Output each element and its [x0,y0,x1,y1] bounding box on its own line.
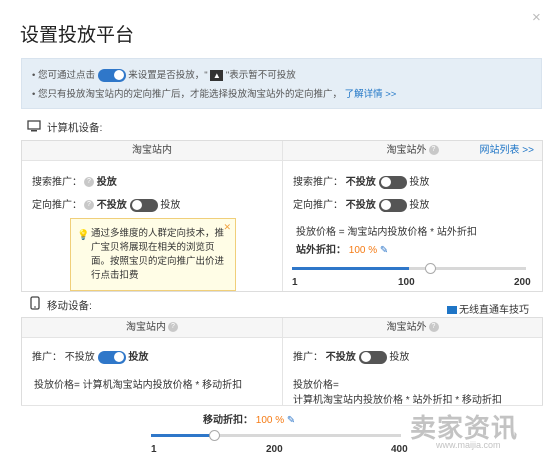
tooltip-close-icon[interactable]: ✕ [223,220,231,234]
tip-line-2-text: 您只有投放淘宝站内的定向推广后，才能选择投放淘宝站外的定向推广， [37,89,342,100]
mobile-inside-row: 推广： 不投放 投放 [32,348,148,364]
mobile-inside-header: 淘宝站内? [22,318,282,338]
video-link-text: 无线直通车技巧 [459,305,529,316]
slider-tick-min: 1 [292,277,298,288]
pc-outside-discount-row: 站外折扣： 100 % ✎ [296,241,388,256]
slider-tick-max: 400 [391,444,408,455]
outside-discount-value: 100 % [348,245,378,256]
mobile-outside-formula-2: 计算机淘宝站内投放价格 * 站外折扣 * 移动折扣 [293,395,502,406]
pc-outside-search-toggle[interactable] [378,175,407,189]
mobile-discount-row: 移动折扣： 100 % ✎ [203,411,295,426]
mobile-on-label: 投放 [389,352,410,363]
mobile-inside-formula: 投放价格= 计算机淘宝站内投放价格 * 移动折扣 [34,380,243,391]
pc-inside-target-toggle[interactable] [129,198,158,212]
lightbulb-icon: 💡 [77,230,90,241]
mobile-phone-icon [30,296,40,313]
outside-discount-label: 站外折扣： [296,245,346,256]
pc-outside-slider-track[interactable] [292,267,526,270]
slider-tick-min: 1 [151,444,157,455]
close-icon[interactable]: × [532,9,541,26]
watermark-url: www.maijia.com [436,440,501,450]
mobile-on-label: 投放 [128,352,149,363]
help-icon[interactable]: ? [428,145,439,156]
info-tips-panel: • 您可通过点击 来设置是否投放，" ▲ "表示暂不可投放 • 您只有投放淘宝站… [21,58,542,109]
mobile-inside-toggle[interactable] [97,350,126,364]
mobile-discount-label: 移动折扣： [203,415,253,426]
mobile-slider-handle[interactable] [208,430,220,441]
pc-outside-target-row: 定向推广： 不投放 投放 [293,196,429,212]
target-promo-tooltip: 💡 ✕ 通过多维度的人群定向技术，推广宝贝将展现在相关的浏览页面。按照宝贝的定向… [70,218,236,291]
target-off-label: 不投放 [345,200,376,211]
dialog-title: 设置投放平台 [20,25,135,46]
slider-tick-mid: 200 [266,444,283,455]
slider-fill [292,267,409,270]
mobile-outside-header: 淘宝站外? [283,318,542,338]
pc-outside-formula: 投放价格 = 淘宝站内投放价格 * 站外折扣 [296,227,477,238]
tip-line-1-text: 您可通过点击 [37,70,95,81]
mobile-video-link[interactable]: 无线直通车技巧 [447,301,529,316]
mobile-outside-title: 淘宝站外 [386,322,427,333]
tooltip-text: 通过多维度的人群定向技术，推广宝贝将展现在相关的浏览页面。按照宝贝的定向推广出价… [91,228,225,281]
mobile-promo-label: 推广： [32,352,62,363]
search-promo-label: 搜索推广： [32,177,82,188]
edit-pencil-icon[interactable]: ✎ [287,415,295,426]
tip-line-2: • 您只有投放淘宝站内的定向推广后，才能选择投放淘宝站外的定向推广， 了解详情 … [32,89,397,100]
tip-line-1-end: "表示暂不可投放 [225,70,296,81]
pc-inside-target-row: 定向推广：? 不投放 投放 [32,196,180,212]
search-promo-label: 搜索推广： [293,177,343,188]
pc-outside-title: 淘宝站外 [386,145,427,156]
tip-line-1: • 您可通过点击 来设置是否投放，" ▲ "表示暂不可投放 [32,68,296,82]
slider-fill [151,434,214,437]
monitor-icon [27,120,41,135]
search-on-label: 投放 [409,177,430,188]
pc-section-title: 计算机设备: [47,122,103,134]
edit-pencil-icon[interactable]: ✎ [380,245,388,256]
mobile-settings-box: 淘宝站内? 淘宝站外? 推广： 不投放 投放 投放价格= 计算机淘宝站内投放价格… [21,317,543,406]
mobile-outside-formula-1: 投放价格= [293,380,339,391]
mobile-discount-value: 100 % [255,415,285,426]
target-on-label: 投放 [409,200,430,211]
video-icon [447,306,457,315]
help-icon[interactable]: ? [168,322,178,333]
target-on-label: 投放 [160,200,181,211]
mobile-outside-toggle[interactable] [358,350,387,364]
site-list-link[interactable]: 网站列表 >> [480,141,534,161]
pc-inside-title: 淘宝站内 [132,145,172,156]
mobile-off-label: 不投放 [64,352,95,363]
mobile-section-title: 移动设备: [47,300,92,312]
slider-tick-mid: 100 [398,277,415,288]
mobile-slider-track[interactable] [151,434,401,437]
pc-outside-slider-handle[interactable] [425,263,436,274]
help-icon[interactable]: ? [84,200,94,211]
pc-inside-header: 淘宝站内 [22,141,282,161]
warning-icon: ▲ [210,69,224,81]
mobile-outside-row: 推广： 不投放 投放 [293,348,409,364]
target-promo-label: 定向推广： [293,200,343,211]
search-promo-value: 投放 [96,177,117,188]
target-off-label: 不投放 [96,200,127,211]
mobile-promo-label: 推广： [293,352,323,363]
pc-outside-header: 淘宝站外? 网站列表 >> [283,141,542,161]
help-icon[interactable]: ? [428,322,439,333]
search-off-label: 不投放 [345,177,376,188]
pc-outside-target-toggle[interactable] [378,198,407,212]
pc-outside-search-row: 搜索推广： 不投放 投放 [293,173,429,189]
help-icon[interactable]: ? [84,177,94,188]
divider [21,405,543,406]
column-divider [282,141,283,291]
learn-more-link[interactable]: 了解详情 >> [345,89,397,100]
slider-tick-max: 200 [514,277,531,288]
mobile-off-label: 不投放 [325,352,356,363]
toggle-example-icon [97,68,126,82]
tip-line-1-mid: 来设置是否投放，" [128,70,208,81]
mobile-inside-title: 淘宝站内 [126,322,166,333]
target-promo-label: 定向推广： [32,200,82,211]
pc-inside-search-row: 搜索推广：? 投放 [32,173,117,188]
